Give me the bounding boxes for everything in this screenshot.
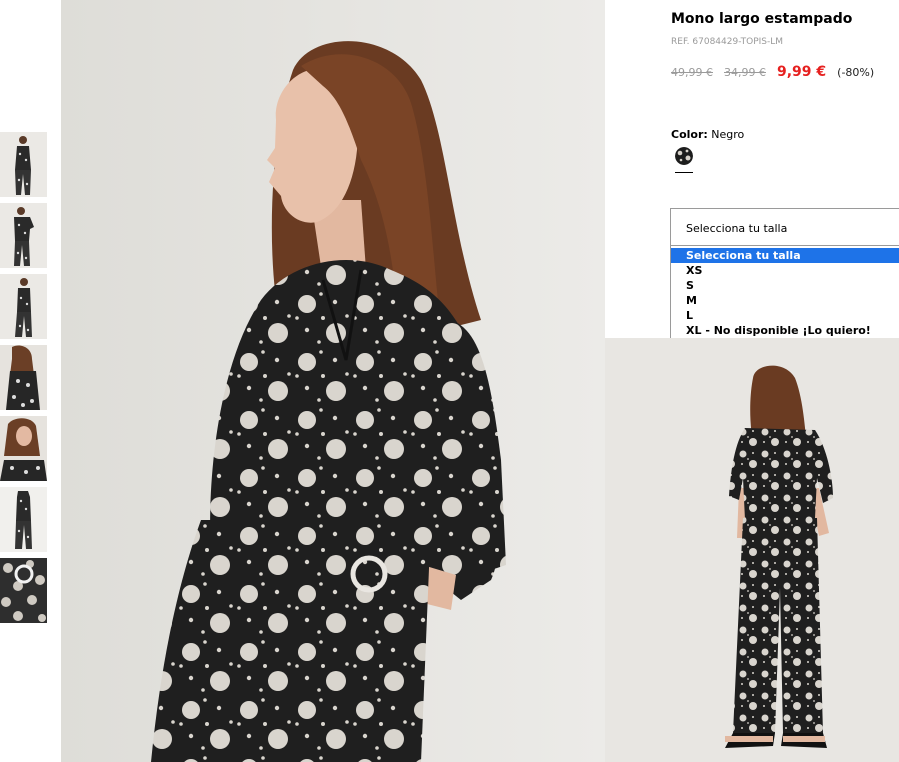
price-row: 49,99 € 34,99 € 9,99 € (-80%): [671, 64, 874, 80]
size-option-s[interactable]: S: [671, 278, 899, 293]
thumbnail-5[interactable]: [0, 416, 47, 481]
color-swatch-icon[interactable]: [675, 147, 693, 165]
size-select[interactable]: Selecciona tu talla: [670, 208, 899, 246]
thumbnail-4[interactable]: [0, 345, 47, 410]
original-price: 49,99 €: [671, 66, 713, 79]
size-option-m[interactable]: M: [671, 293, 899, 308]
size-option-l[interactable]: L: [671, 308, 899, 323]
current-price: 9,99 €: [777, 64, 827, 80]
main-product-image[interactable]: [61, 0, 605, 762]
color-row: Color: Negro: [671, 128, 744, 141]
color-label: Color:: [671, 128, 708, 141]
thumbnail-1[interactable]: [0, 132, 47, 197]
color-value: Negro: [711, 128, 745, 141]
thumbnail-2[interactable]: [0, 203, 47, 268]
size-option-xl[interactable]: XL - No disponible ¡Lo quiero!: [671, 323, 899, 338]
size-option-placeholder[interactable]: Selecciona tu talla: [671, 248, 899, 263]
thumbnail-7[interactable]: [0, 558, 47, 623]
thumbnail-3[interactable]: [0, 274, 47, 339]
back-view-image[interactable]: [605, 338, 899, 762]
thumbnail-6[interactable]: [0, 487, 47, 552]
size-option-xs[interactable]: XS: [671, 263, 899, 278]
previous-price: 34,99 €: [724, 66, 766, 79]
discount-badge: (-80%): [837, 66, 875, 79]
swatch-selected-indicator: [675, 172, 693, 173]
product-title: Mono largo estampado: [671, 11, 853, 27]
size-dropdown-list: Selecciona tu talla XS S M L XL - No dis…: [670, 246, 899, 338]
product-reference: REF. 67084429-TOPIS-LM: [671, 37, 784, 47]
